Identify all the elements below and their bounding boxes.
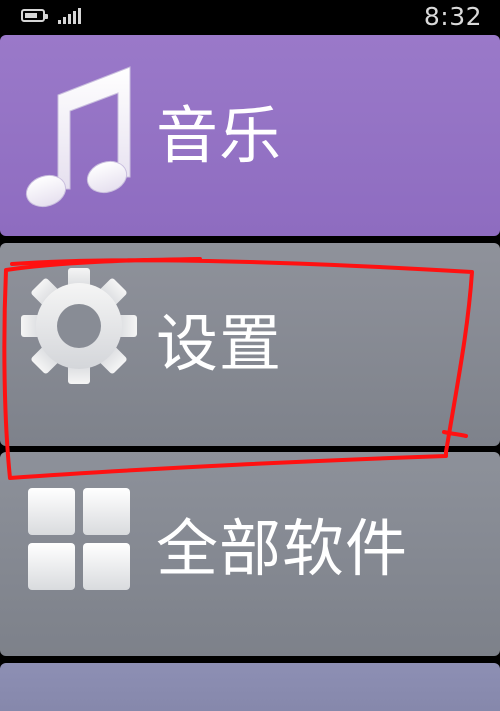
app-grid-icon <box>28 488 130 590</box>
music-note-icon <box>25 66 131 208</box>
status-clock: 8:32 <box>423 2 482 31</box>
battery-icon <box>21 9 48 22</box>
phone-screen: 8:32 音乐 设置 全部软件 <box>0 0 500 711</box>
tile-all-apps-label: 全部软件 <box>156 512 409 585</box>
tile-settings[interactable]: 设置 <box>0 243 500 446</box>
signal-strength-icon <box>58 8 82 24</box>
tile-music[interactable]: 音乐 <box>0 35 500 236</box>
tile-next-partial[interactable] <box>0 663 500 711</box>
tile-music-label: 音乐 <box>156 99 283 172</box>
gear-icon <box>21 268 137 384</box>
tile-settings-label: 设置 <box>156 307 283 380</box>
battery-level-fill <box>25 13 37 18</box>
status-bar: 8:32 <box>0 0 500 34</box>
tile-all-apps[interactable]: 全部软件 <box>0 452 500 656</box>
